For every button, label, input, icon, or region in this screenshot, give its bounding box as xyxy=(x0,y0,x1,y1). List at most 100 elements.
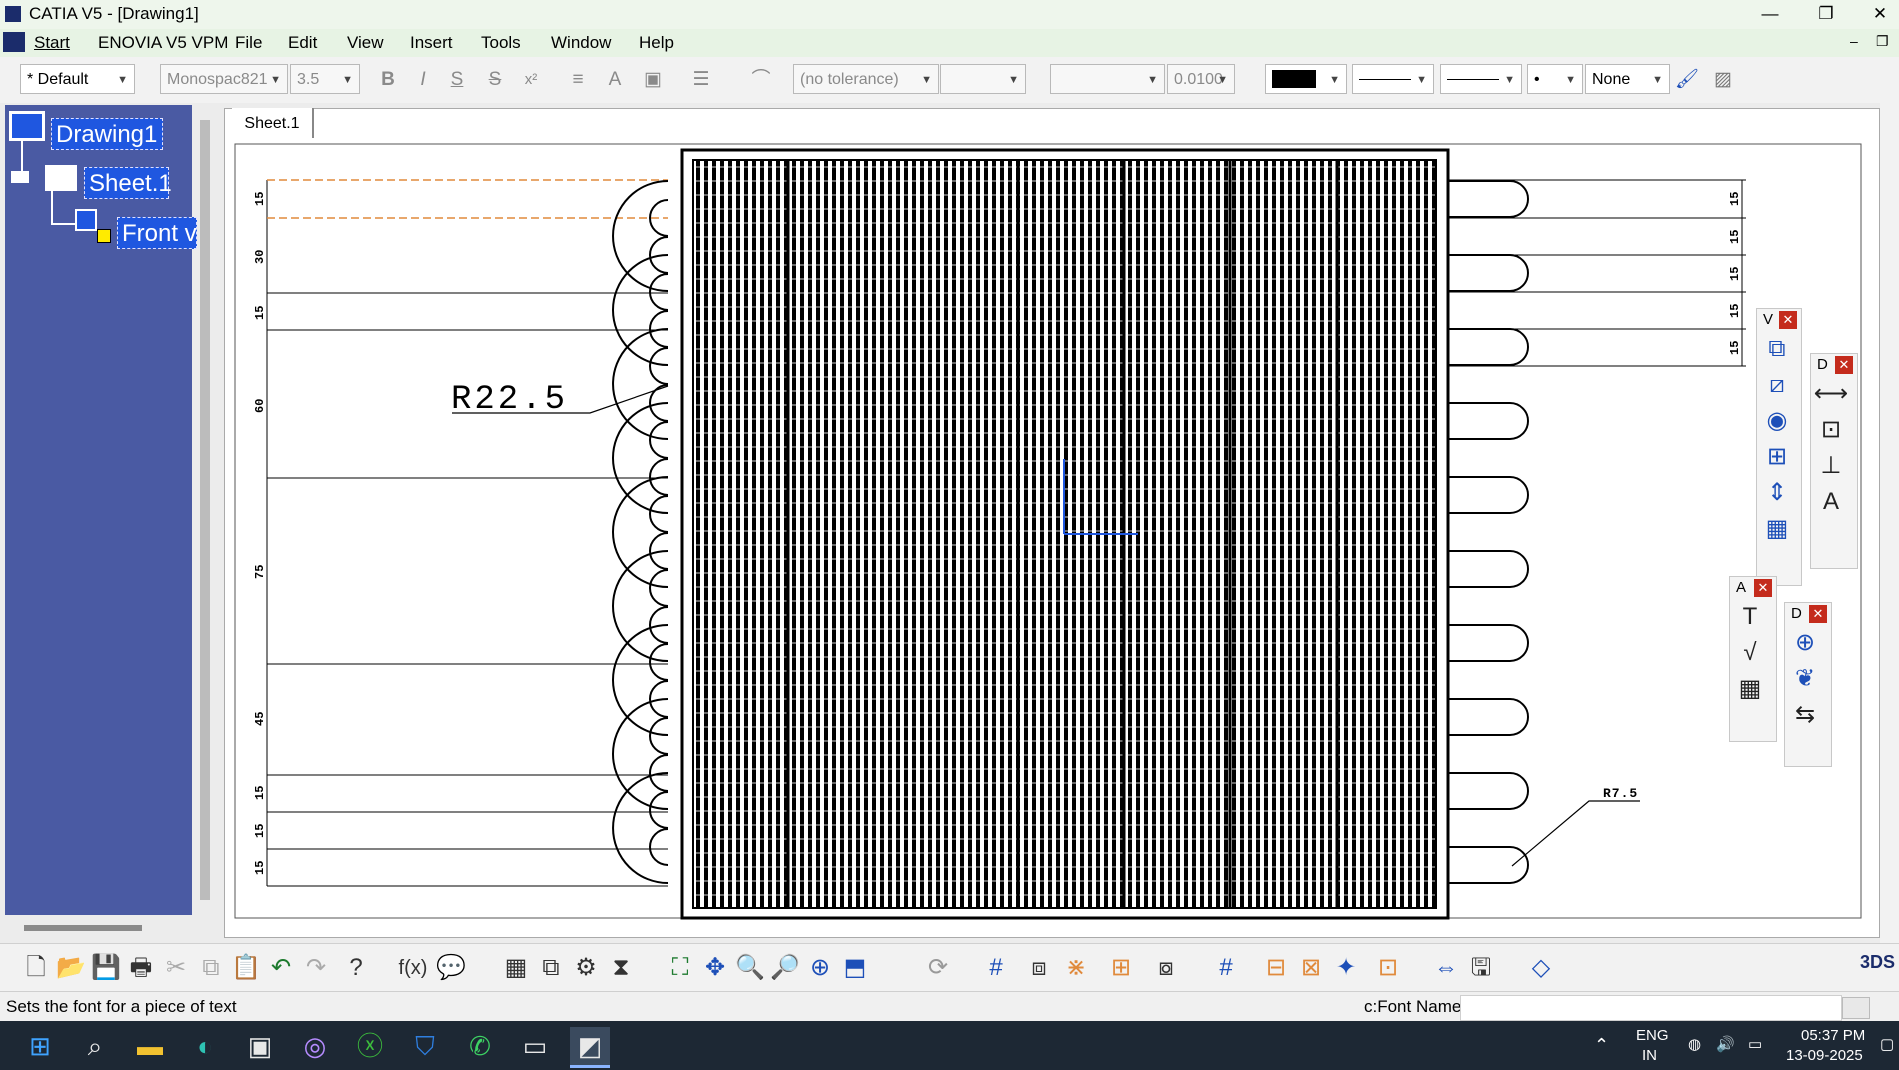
show-hidden-icon[interactable]: ⌃ xyxy=(1594,1035,1609,1056)
save-icon[interactable]: 💾 xyxy=(90,952,122,984)
dim-left-9[interactable]: 15 xyxy=(253,861,267,875)
print-icon[interactable]: 🖶 xyxy=(125,952,157,984)
filter-icon[interactable]: ⊠ xyxy=(1295,952,1327,984)
dim-left-3[interactable]: 15 xyxy=(253,306,267,320)
measure-icon[interactable]: ⇔ xyxy=(1430,952,1462,984)
tools-icon[interactable]: ⚙ xyxy=(570,952,602,984)
compass-icon[interactable]: ⧗ xyxy=(605,952,637,984)
dim-left-4[interactable]: 60 xyxy=(253,399,267,413)
swap-view-icon[interactable]: ⬒ xyxy=(839,952,871,984)
radius-label-small[interactable]: R7.5 xyxy=(1603,786,1638,801)
dim-right-5[interactable]: 15 xyxy=(1728,341,1742,355)
dimensioning-palette[interactable]: D ✕ ⟷ ⊡ ⊥ A xyxy=(1810,353,1858,569)
dim-right-1[interactable]: 15 xyxy=(1728,192,1742,206)
volume-icon[interactable]: 🔊 xyxy=(1716,1035,1735,1053)
zoom-in-icon[interactable]: 🔍 xyxy=(734,952,766,984)
command-input[interactable] xyxy=(1460,995,1842,1021)
wizard-view-icon[interactable]: ▦ xyxy=(1757,511,1797,547)
clock-date[interactable]: 13-09-2025 xyxy=(1786,1047,1863,1064)
dimension-generation-icon[interactable]: ⊡ xyxy=(1811,412,1851,448)
battery-icon[interactable]: ▭ xyxy=(1748,1035,1762,1053)
formula-icon[interactable]: f(x) xyxy=(397,952,429,984)
annotations-palette[interactable]: A ✕ T √ ▦ xyxy=(1729,576,1777,742)
arrow-icon[interactable]: ⇆ xyxy=(1785,697,1825,733)
dress-up-palette[interactable]: D ✕ ⊕ ❦ ⇆ xyxy=(1784,602,1832,767)
close-icon[interactable]: ✕ xyxy=(1835,356,1853,374)
center-line-icon[interactable]: ⊕ xyxy=(1785,625,1825,661)
dim-left-6[interactable]: 45 xyxy=(253,712,267,726)
dim-right-4[interactable]: 15 xyxy=(1728,304,1742,318)
dim-left-5[interactable]: 75 xyxy=(253,565,267,579)
app-icon[interactable]: ◎ xyxy=(295,1027,335,1065)
analysis-icon[interactable]: ⧈ xyxy=(1023,952,1055,984)
pan-icon[interactable]: ✥ xyxy=(699,952,731,984)
redo-icon[interactable]: ↷ xyxy=(300,952,332,984)
network-icon[interactable]: ◍ xyxy=(1688,1035,1701,1053)
clipping-view-icon[interactable]: ⊞ xyxy=(1757,439,1797,475)
snap-icon[interactable]: ⋇ xyxy=(1060,952,1092,984)
open-icon[interactable]: 📂 xyxy=(55,952,87,984)
dim-right-2[interactable]: 15 xyxy=(1728,230,1742,244)
zoom-out-icon[interactable]: 🔎 xyxy=(769,952,801,984)
search-icon[interactable]: ⌕ xyxy=(75,1027,115,1065)
catalog-icon[interactable]: ⧉ xyxy=(535,952,567,984)
views-palette[interactable]: V ✕ ⧉ ⧄ ◉ ⊞ ⇕ ▦ xyxy=(1756,308,1802,586)
design-table-icon[interactable]: ▦ xyxy=(500,952,532,984)
whats-this-icon[interactable]: ? xyxy=(340,952,372,984)
grid-icon[interactable]: # xyxy=(980,952,1012,984)
position-icon[interactable]: ⊡ xyxy=(1372,952,1404,984)
shield-icon[interactable]: ⛉ xyxy=(405,1027,445,1065)
sheet-background-icon[interactable]: ⧇ xyxy=(1150,952,1182,984)
windows-start-icon[interactable]: ⊞ xyxy=(20,1027,60,1065)
dim-right-3[interactable]: 15 xyxy=(1728,267,1742,281)
detail-view-icon[interactable]: ◉ xyxy=(1757,403,1797,439)
tolerancing-icon[interactable]: ⊥ xyxy=(1811,448,1851,484)
edge-icon[interactable]: ◐ xyxy=(185,1027,225,1065)
close-icon[interactable]: ✕ xyxy=(1809,605,1827,623)
area-fill-icon[interactable]: ❦ xyxy=(1785,661,1825,697)
cut-icon[interactable]: ✂ xyxy=(160,952,192,984)
language-line-2[interactable]: IN xyxy=(1642,1047,1657,1064)
dimensions-icon[interactable]: ⟷ xyxy=(1811,376,1851,412)
eraser-icon[interactable]: ◇ xyxy=(1525,952,1557,984)
dim-system-icon[interactable]: ⊟ xyxy=(1260,952,1292,984)
dim-left-8[interactable]: 15 xyxy=(253,824,267,838)
drawing-svg[interactable]: 15 30 15 60 75 45 15 15 15 15 15 15 15 1… xyxy=(0,0,1899,1070)
xbox-icon[interactable]: ⓧ xyxy=(350,1027,390,1065)
status-message: Sets the font for a piece of text xyxy=(6,997,237,1016)
text-frame-icon[interactable]: A xyxy=(1811,484,1851,520)
clock-time[interactable]: 05:37 PM xyxy=(1801,1027,1865,1044)
store-icon[interactable]: ▣ xyxy=(240,1027,280,1065)
dim-left-7[interactable]: 15 xyxy=(253,786,267,800)
fit-all-icon[interactable]: ⛶ xyxy=(664,952,696,984)
roughness-icon[interactable]: √ xyxy=(1730,635,1770,671)
power-input-icon[interactable] xyxy=(1842,997,1870,1019)
terminal-icon[interactable]: ▭ xyxy=(515,1027,555,1065)
display-icon[interactable]: ✦ xyxy=(1330,952,1362,984)
knowledge-icon[interactable]: 💬 xyxy=(435,952,467,984)
close-icon[interactable]: ✕ xyxy=(1754,579,1772,597)
dim-left-1[interactable]: 15 xyxy=(253,192,267,206)
sketch-grid-icon[interactable]: # xyxy=(1210,952,1242,984)
new-icon[interactable]: 🗋 xyxy=(20,952,52,984)
paste-icon[interactable]: 📋 xyxy=(230,952,262,984)
text-icon[interactable]: T xyxy=(1730,599,1770,635)
language-line-1[interactable]: ENG xyxy=(1636,1027,1669,1044)
close-icon[interactable]: ✕ xyxy=(1779,311,1797,329)
constraints-icon[interactable]: ⊞ xyxy=(1105,952,1137,984)
broken-view-icon[interactable]: ⇕ xyxy=(1757,475,1797,511)
table-icon[interactable]: ▦ xyxy=(1730,671,1770,707)
front-view-icon[interactable]: ⧉ xyxy=(1757,331,1797,367)
zoom-area-icon[interactable]: ⊕ xyxy=(804,952,836,984)
whatsapp-icon[interactable]: ✆ xyxy=(460,1027,500,1065)
copy-icon[interactable]: ⧉ xyxy=(195,952,227,984)
dim-left-2[interactable]: 30 xyxy=(253,250,267,264)
catia-taskbar-icon[interactable]: ◩ xyxy=(570,1027,610,1068)
undo-icon[interactable]: ↶ xyxy=(265,952,297,984)
notification-icon[interactable]: ▢ xyxy=(1880,1035,1894,1053)
update-icon[interactable]: ⟳ xyxy=(922,952,954,984)
print-area-icon[interactable]: 🖫 xyxy=(1465,952,1497,984)
file-explorer-icon[interactable]: ▬ xyxy=(130,1027,170,1065)
right-bend xyxy=(1448,328,1529,366)
section-view-icon[interactable]: ⧄ xyxy=(1757,367,1797,403)
